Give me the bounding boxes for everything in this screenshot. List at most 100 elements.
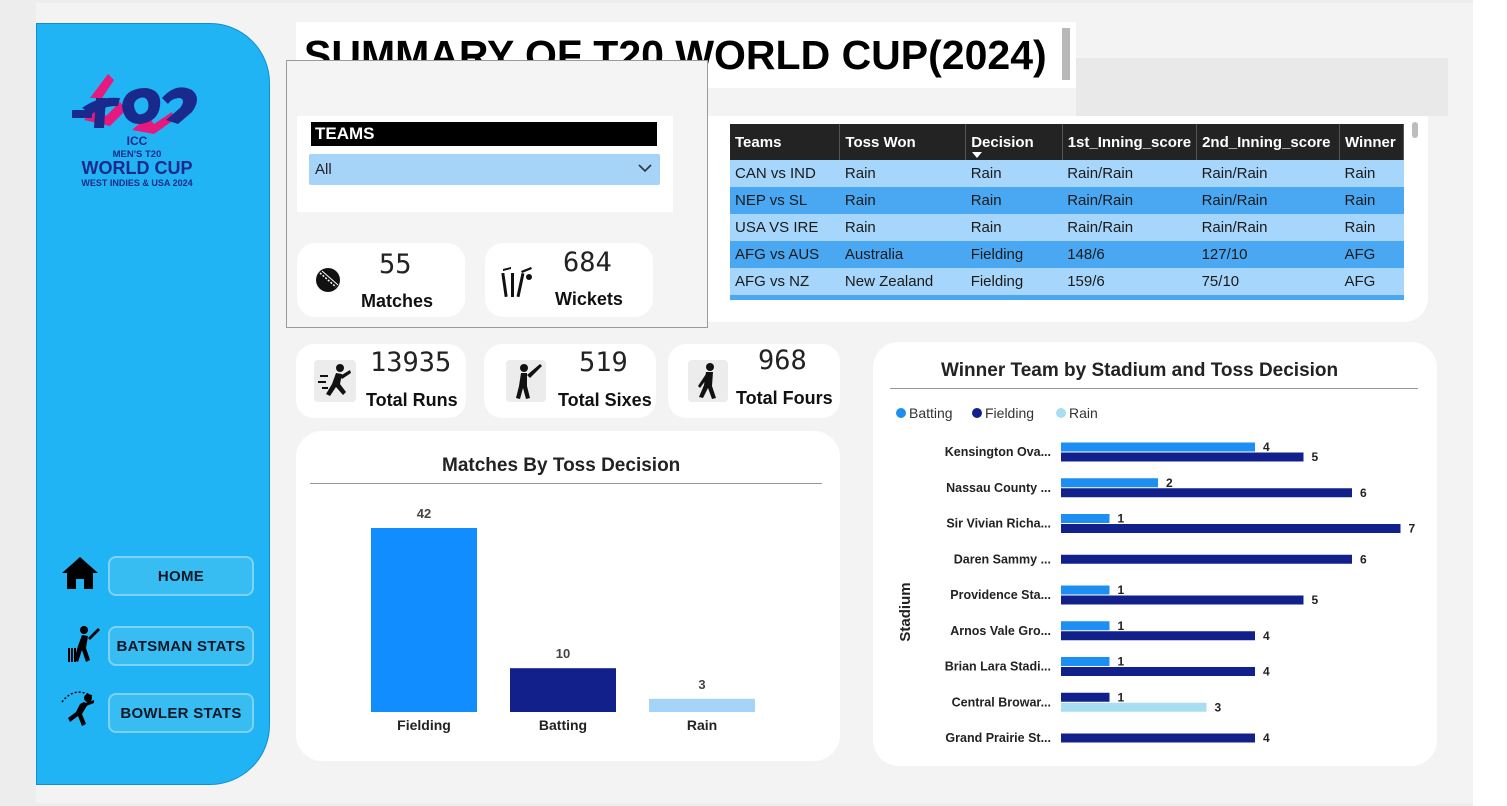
stadium-bar-fielding[interactable] [1061,631,1255,641]
batsman-icon[interactable] [62,624,102,664]
toss-bar-batting[interactable] [510,668,616,712]
stadium-category-label: Kensington Ova... [945,445,1051,459]
toss-chart-svg: 42 Fielding 10 Batting 3 Rain [371,506,755,733]
table-row[interactable]: USA VS IRE Rain Rain Rain/Rain Rain/Rain Rain [730,214,1404,241]
table-row[interactable]: AFG vs AUS Australia Fielding 148/6 127/10 AF… [730,241,1404,268]
toss-category-label: Fielding [397,717,451,733]
table-row[interactable]: NEP vs SL Rain Rain Rain/Rain Rain/Rain Rain [730,187,1404,214]
stadium-bar-value-label: 3 [1215,700,1222,714]
kpi-wickets-label: Wickets [555,289,623,309]
stadium-bar-fielding[interactable] [1061,692,1110,702]
kpi-fours-label: Total Fours [736,388,833,408]
cell-teams: AFG vs NZ [730,268,840,295]
batsman-stats-button[interactable]: BATSMAN STATS [108,626,254,666]
table-header-row: Teams Toss Won Decision 1st_Inning_score… [730,124,1404,160]
stadium-bar-fielding[interactable] [1061,524,1401,533]
cell-decision: Rain [965,187,1063,214]
stadium-bar-fielding[interactable] [1061,733,1255,743]
column-header-winner[interactable]: Winner [1339,124,1404,160]
logo-line4: WEST INDIES & USA 2024 [81,178,192,188]
legend-marker-rain [1056,408,1066,418]
stadium-bar-value-label: 4 [1263,665,1270,679]
stadium-chart-title: Winner Team by Stadium and Toss Decision [941,360,1339,381]
cell-1st-inning: Rain/Rain [1062,160,1197,187]
stadium-bar-rain[interactable] [1061,702,1207,712]
cricket-ball-icon [316,268,340,292]
home-icon[interactable] [60,553,100,593]
stadium-bar-value-label: 1 [1118,655,1125,669]
batsman-six-icon [506,360,546,402]
kpi-sixes-card: 519 Total Sixes [484,344,656,418]
chevron-down-icon[interactable] [638,163,652,173]
kpi-matches-card: 55 Matches [297,243,465,317]
stadium-bar-value-label: 4 [1263,440,1270,454]
t20-world-cup-logo: ICC MEN'S T20 WORLD CUP WEST INDIES & US… [72,74,197,188]
cell-toss-won: New Zealand [839,268,966,295]
kpi-sixes-value: 519 [579,347,628,378]
column-header-teams[interactable]: Teams [730,124,841,160]
toss-bar-rain[interactable] [649,698,755,712]
bowler-icon[interactable] [58,688,98,728]
legend-label-rain[interactable]: Rain [1069,405,1098,421]
kpi-runs-label: Total Runs [366,390,458,410]
cell-toss-won: Rain [839,160,966,187]
stadium-axis-label: Stadium [897,582,914,641]
slicer-label: TEAMS [311,122,657,146]
bowler-stats-button[interactable]: BOWLER STATS [108,693,254,733]
stadium-bar-batting[interactable] [1061,514,1110,523]
cell-winner: AFG [1339,268,1404,295]
stadium-bar-fielding[interactable] [1061,595,1304,605]
kpi-fours-value: 968 [758,345,807,376]
batsman-four-icon [688,360,728,402]
stadium-chart-svg: Batting Fielding Rain Stadium Kensington Ova… [896,405,1416,745]
stadium-category-label: Central Browar... [952,695,1051,709]
stadium-chart-rule [890,388,1418,389]
stadium-bar-batting[interactable] [1061,442,1255,452]
cell-teams: NEP vs SL [730,187,840,214]
toss-bar-value-label: 10 [556,646,570,661]
title-cursor [1062,28,1070,80]
column-header-1st-inning[interactable]: 1st_Inning_score [1062,124,1198,160]
column-header-2nd-inning[interactable]: 2nd_Inning_score [1196,124,1341,160]
stadium-bar-value-label: 2 [1166,476,1173,490]
stadium-bar-fielding[interactable] [1061,554,1352,564]
kpi-runs-value: 13935 [370,347,452,378]
kpi-wickets-card: 684 Wickets [485,243,653,317]
cell-winner: Rain [1339,187,1404,214]
kpi-runs-card: 13935 Total Runs [296,344,466,418]
kpi-sixes-label: Total Sixes [558,390,652,410]
table-scrollbar[interactable] [1412,122,1418,138]
cell-1st-inning: Rain/Rain [1062,214,1197,241]
toss-bar-fielding[interactable] [371,528,477,712]
stadium-bar-fielding[interactable] [1061,452,1304,462]
stadium-bar-batting[interactable] [1061,585,1110,595]
stadium-bar-fielding[interactable] [1061,667,1255,676]
cell-2nd-inning: Rain/Rain [1196,160,1340,187]
page-margin [1473,0,1507,806]
toss-bar-value-label: 3 [698,677,705,692]
cell-toss-won: Rain [839,214,966,241]
teams-dropdown[interactable]: All [309,154,660,185]
home-button[interactable]: HOME [108,556,254,596]
sort-descending-icon[interactable] [972,152,983,158]
column-header-toss-won[interactable]: Toss Won [839,124,967,160]
cell-decision: Rain [965,160,1063,187]
stadium-bar-batting[interactable] [1061,657,1110,666]
cell-2nd-inning: Rain/Rain [1196,214,1340,241]
table-row[interactable]: AFG vs NZ New Zealand Fielding 159/6 75/10 AF… [730,268,1404,295]
stadium-chart-card: Winner Team by Stadium and Toss Decision… [873,342,1437,766]
column-header-decision[interactable]: Decision [965,124,1063,160]
legend-label-batting[interactable]: Batting [909,405,953,421]
wickets-icon [501,267,532,298]
matches-table-card: Teams Toss Won Decision 1st_Inning_score… [708,116,1428,322]
stadium-bar-batting[interactable] [1061,478,1158,488]
toss-chart-rule [310,483,822,484]
cell-2nd-inning: Rain/Rain [1196,187,1340,214]
stadium-bar-batting[interactable] [1061,621,1110,631]
table-row[interactable]: CAN vs IND Rain Rain Rain/Rain Rain/Rain Rain [730,160,1404,187]
stadium-category-label: Brian Lara Stadi... [945,660,1051,674]
stadium-bar-fielding[interactable] [1061,488,1352,498]
legend-label-fielding[interactable]: Fielding [985,405,1034,421]
cell-decision: Rain [965,214,1063,241]
stadium-bar-value-label: 1 [1118,619,1125,633]
